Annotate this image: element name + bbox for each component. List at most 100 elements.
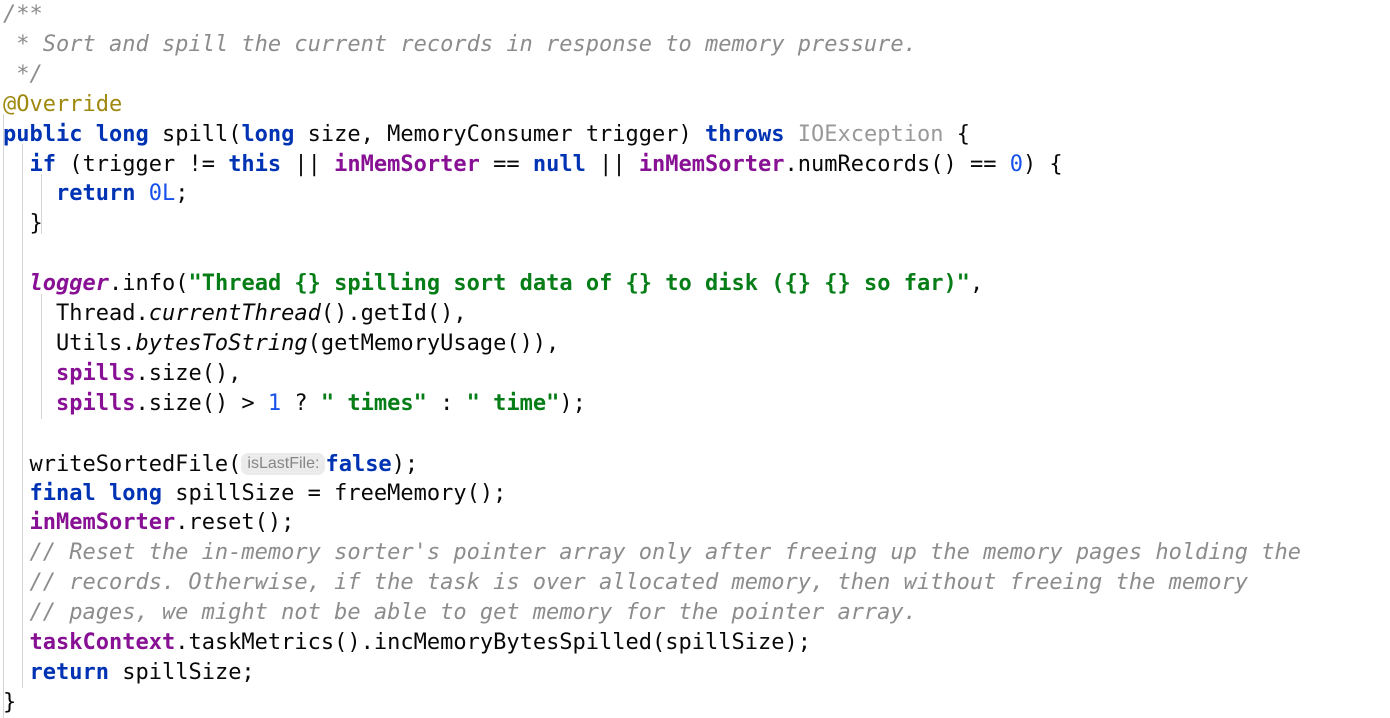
code-line[interactable]: writeSortedFile(isLastFile: false); <box>0 449 1390 479</box>
code-token-plain: : <box>426 390 467 416</box>
code-line[interactable]: final long spillSize = freeMemory(); <box>0 479 1390 509</box>
code-token-plain: ) { <box>1022 151 1063 177</box>
code-token-plain: .info( <box>108 271 189 297</box>
code-token-plain: Utils. <box>3 330 136 356</box>
code-token-cmt: /** <box>3 2 43 27</box>
code-line[interactable]: // records. Otherwise, if the task is ov… <box>0 568 1390 598</box>
code-token-smeth: currentThread <box>148 301 321 327</box>
code-token-plain: || <box>585 151 639 177</box>
code-token-kw: return <box>29 659 109 685</box>
code-token-plain: (getMemoryUsage()), <box>307 330 560 356</box>
code-line[interactable]: logger.info("Thread {} spilling sort dat… <box>0 269 1390 299</box>
code-token-plain: spillSize; <box>108 659 255 685</box>
code-token-kw: final <box>29 480 96 506</box>
code-token-field: spills <box>55 360 136 386</box>
code-line[interactable]: */ <box>0 60 1390 90</box>
code-token-kw: if <box>29 151 57 177</box>
code-token-plain: writeSortedFile( <box>3 451 242 477</box>
code-token-field: inMemSorter <box>29 510 176 536</box>
code-line[interactable]: spills.size() > 1 ? " times" : " time"); <box>0 389 1390 419</box>
code-line[interactable]: return 0L; <box>0 179 1390 209</box>
code-token-kw: throws <box>705 121 785 147</box>
code-token-kw: return <box>55 181 136 207</box>
code-token-sfield: logger <box>29 271 109 297</box>
code-token-str: "Thread {} spilling sort data of {} to d… <box>188 271 970 297</box>
code-token-plain: ; <box>175 181 189 207</box>
code-line[interactable]: } <box>0 209 1390 239</box>
code-token-num: 1 <box>267 390 282 416</box>
code-token-plain: .numRecords() == <box>784 151 1010 177</box>
code-line[interactable]: /** <box>0 0 1390 30</box>
code-token-smeth: bytesToString <box>135 330 308 356</box>
code-line[interactable] <box>0 239 1390 269</box>
code-line[interactable]: public long spill(long size, MemoryConsu… <box>0 120 1390 150</box>
code-token-plain: } <box>3 211 43 237</box>
code-token-plain: ? <box>281 390 321 416</box>
code-line[interactable]: // Reset the in-memory sorter's pointer … <box>0 538 1390 568</box>
code-token-kw: false <box>325 451 392 477</box>
inlay-parameter-hint[interactable]: isLastFile: <box>241 452 326 475</box>
code-token-anno: @Override <box>3 91 123 117</box>
code-token-field: spills <box>55 390 136 416</box>
code-line[interactable]: Thread.currentThread().getId(), <box>0 299 1390 329</box>
code-token-field: taskContext <box>29 630 176 656</box>
code-token-kw: long <box>108 480 162 506</box>
code-token-plain: ); <box>391 451 419 477</box>
code-token-str: " times" <box>320 390 427 416</box>
code-line[interactable]: taskContext.taskMetrics().incMemoryBytes… <box>0 628 1390 658</box>
code-token-field: inMemSorter <box>638 151 785 177</box>
code-token-kw: public <box>3 121 83 147</box>
code-token-plain: Thread. <box>3 301 149 327</box>
code-line[interactable]: inMemSorter.reset(); <box>0 508 1390 538</box>
code-token-dim: IOException <box>797 121 944 147</box>
code-token-plain: .taskMetrics().incMemoryBytesSpilled(spi… <box>175 630 811 656</box>
code-token-plain: ); <box>559 390 586 416</box>
code-line[interactable]: @Override <box>0 90 1390 120</box>
code-line[interactable]: return spillSize; <box>0 658 1390 688</box>
code-token-plain: spill( <box>148 121 242 147</box>
code-token-plain: (trigger != <box>56 151 229 177</box>
code-editor[interactable]: /** * Sort and spill the current records… <box>0 0 1390 718</box>
code-token-plain: || <box>281 151 335 177</box>
code-token-str: " time" <box>466 390 560 416</box>
code-token-plain: , <box>969 271 984 297</box>
code-token-kw: long <box>241 121 295 147</box>
code-token-cmt: * Sort and spill the current records in … <box>3 31 917 57</box>
code-token-field: inMemSorter <box>334 151 480 177</box>
code-token-kw: null <box>532 151 586 177</box>
code-token-num: 0L <box>148 181 176 207</box>
code-token-num: 0 <box>1009 151 1023 177</box>
code-token-plain: .size(), <box>135 360 242 386</box>
code-token-plain: .size() > <box>135 390 268 416</box>
code-token-kw: long <box>95 121 149 147</box>
code-text-area[interactable]: /** * Sort and spill the current records… <box>0 0 1390 718</box>
code-token-plain: } <box>3 689 17 715</box>
code-token-plain: size, MemoryConsumer trigger) <box>294 121 706 147</box>
code-token-plain: == <box>479 151 533 177</box>
code-token-plain: .reset(); <box>175 510 295 536</box>
code-line[interactable]: spills.size(), <box>0 359 1390 389</box>
code-token-plain: { <box>943 121 970 147</box>
code-line[interactable]: if (trigger != this || inMemSorter == nu… <box>0 150 1390 180</box>
code-line[interactable]: // pages, we might not be able to get me… <box>0 598 1390 628</box>
code-token-plain: ().getId(), <box>320 301 467 327</box>
code-line[interactable]: * Sort and spill the current records in … <box>0 30 1390 60</box>
code-line[interactable]: Utils.bytesToString(getMemoryUsage()), <box>0 329 1390 359</box>
code-line[interactable] <box>0 419 1390 449</box>
code-token-cmt: */ <box>3 61 43 87</box>
code-line[interactable]: } <box>0 688 1390 718</box>
code-token-cmt: // pages, we might not be able to get me… <box>3 600 917 626</box>
code-token-plain: spillSize = freeMemory(); <box>161 480 507 506</box>
